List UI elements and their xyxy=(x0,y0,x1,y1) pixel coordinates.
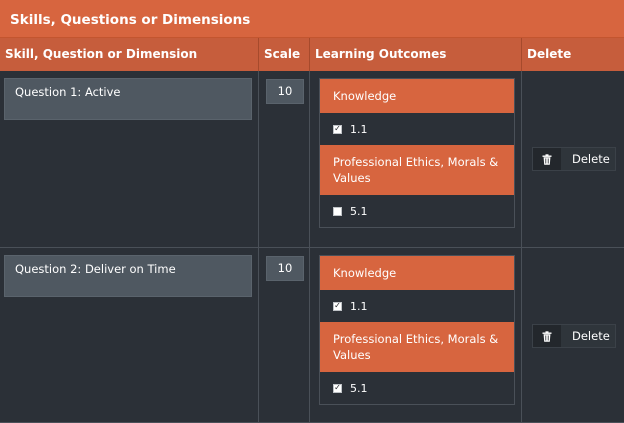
trash-icon xyxy=(533,325,561,347)
panel-title: Skills, Questions or Dimensions xyxy=(0,0,624,38)
column-header-learning-outcomes: Learning Outcomes xyxy=(310,38,522,71)
column-header-skill: Skill, Question or Dimension xyxy=(0,38,259,71)
scale-input[interactable]: 10 xyxy=(266,256,304,281)
outcome-group-header: Knowledge xyxy=(320,256,514,290)
learning-outcomes-cell: Knowledge ✓ 1.1 Professional Ethics, Mor… xyxy=(310,71,522,247)
outcome-item-label: 1.1 xyxy=(350,122,368,136)
question-input[interactable]: Question 1: Active xyxy=(4,78,252,120)
table-row: Question 2: Deliver on Time 10 Knowledge… xyxy=(0,248,624,423)
panel-title-text: Skills, Questions or Dimensions xyxy=(10,12,251,28)
outcome-group-header: Professional Ethics, Morals & Values xyxy=(320,322,514,372)
checkbox-icon[interactable]: ✓ xyxy=(333,301,342,311)
question-input[interactable]: Question 2: Deliver on Time xyxy=(4,255,252,297)
outcome-group-header: Professional Ethics, Morals & Values xyxy=(320,145,514,195)
scale-cell: 10 xyxy=(259,71,310,247)
outcome-item-label: 5.1 xyxy=(350,381,368,395)
delete-cell: Delete xyxy=(522,71,624,247)
delete-button-label: Delete xyxy=(572,152,610,166)
outcome-item[interactable]: ✓ 5.1 xyxy=(320,372,514,404)
learning-outcomes-list: Knowledge ✓ 1.1 Professional Ethics, Mor… xyxy=(319,78,515,228)
delete-button[interactable]: Delete xyxy=(532,324,616,348)
learning-outcomes-list: Knowledge ✓ 1.1 Professional Ethics, Mor… xyxy=(319,255,515,405)
delete-cell: Delete xyxy=(522,248,624,422)
skill-cell: Question 2: Deliver on Time xyxy=(0,248,259,422)
delete-button-label: Delete xyxy=(572,329,610,343)
outcome-item-label: 1.1 xyxy=(350,299,368,313)
column-header-scale: Scale xyxy=(259,38,310,71)
outcome-item[interactable]: ✓ 1.1 xyxy=(320,113,514,145)
checkbox-icon[interactable] xyxy=(333,206,342,216)
checkbox-icon[interactable]: ✓ xyxy=(333,124,342,134)
scale-cell: 10 xyxy=(259,248,310,422)
outcome-group-header: Knowledge xyxy=(320,79,514,113)
learning-outcomes-cell: Knowledge ✓ 1.1 Professional Ethics, Mor… xyxy=(310,248,522,422)
scale-input[interactable]: 10 xyxy=(266,79,304,104)
skill-cell: Question 1: Active xyxy=(0,71,259,247)
table-row: Question 1: Active 10 Knowledge ✓ 1.1 Pr… xyxy=(0,71,624,248)
column-header-delete: Delete xyxy=(527,47,572,61)
outcome-item[interactable]: ✓ 1.1 xyxy=(320,290,514,322)
outcome-item[interactable]: 5.1 xyxy=(320,195,514,227)
checkbox-icon[interactable]: ✓ xyxy=(333,383,342,393)
trash-icon xyxy=(533,148,561,170)
table-header: Skill, Question or Dimension Scale Learn… xyxy=(0,38,624,71)
delete-button[interactable]: Delete xyxy=(532,147,616,171)
outcome-item-label: 5.1 xyxy=(350,204,368,218)
skills-table: Skill, Question or Dimension Scale Learn… xyxy=(0,38,624,423)
